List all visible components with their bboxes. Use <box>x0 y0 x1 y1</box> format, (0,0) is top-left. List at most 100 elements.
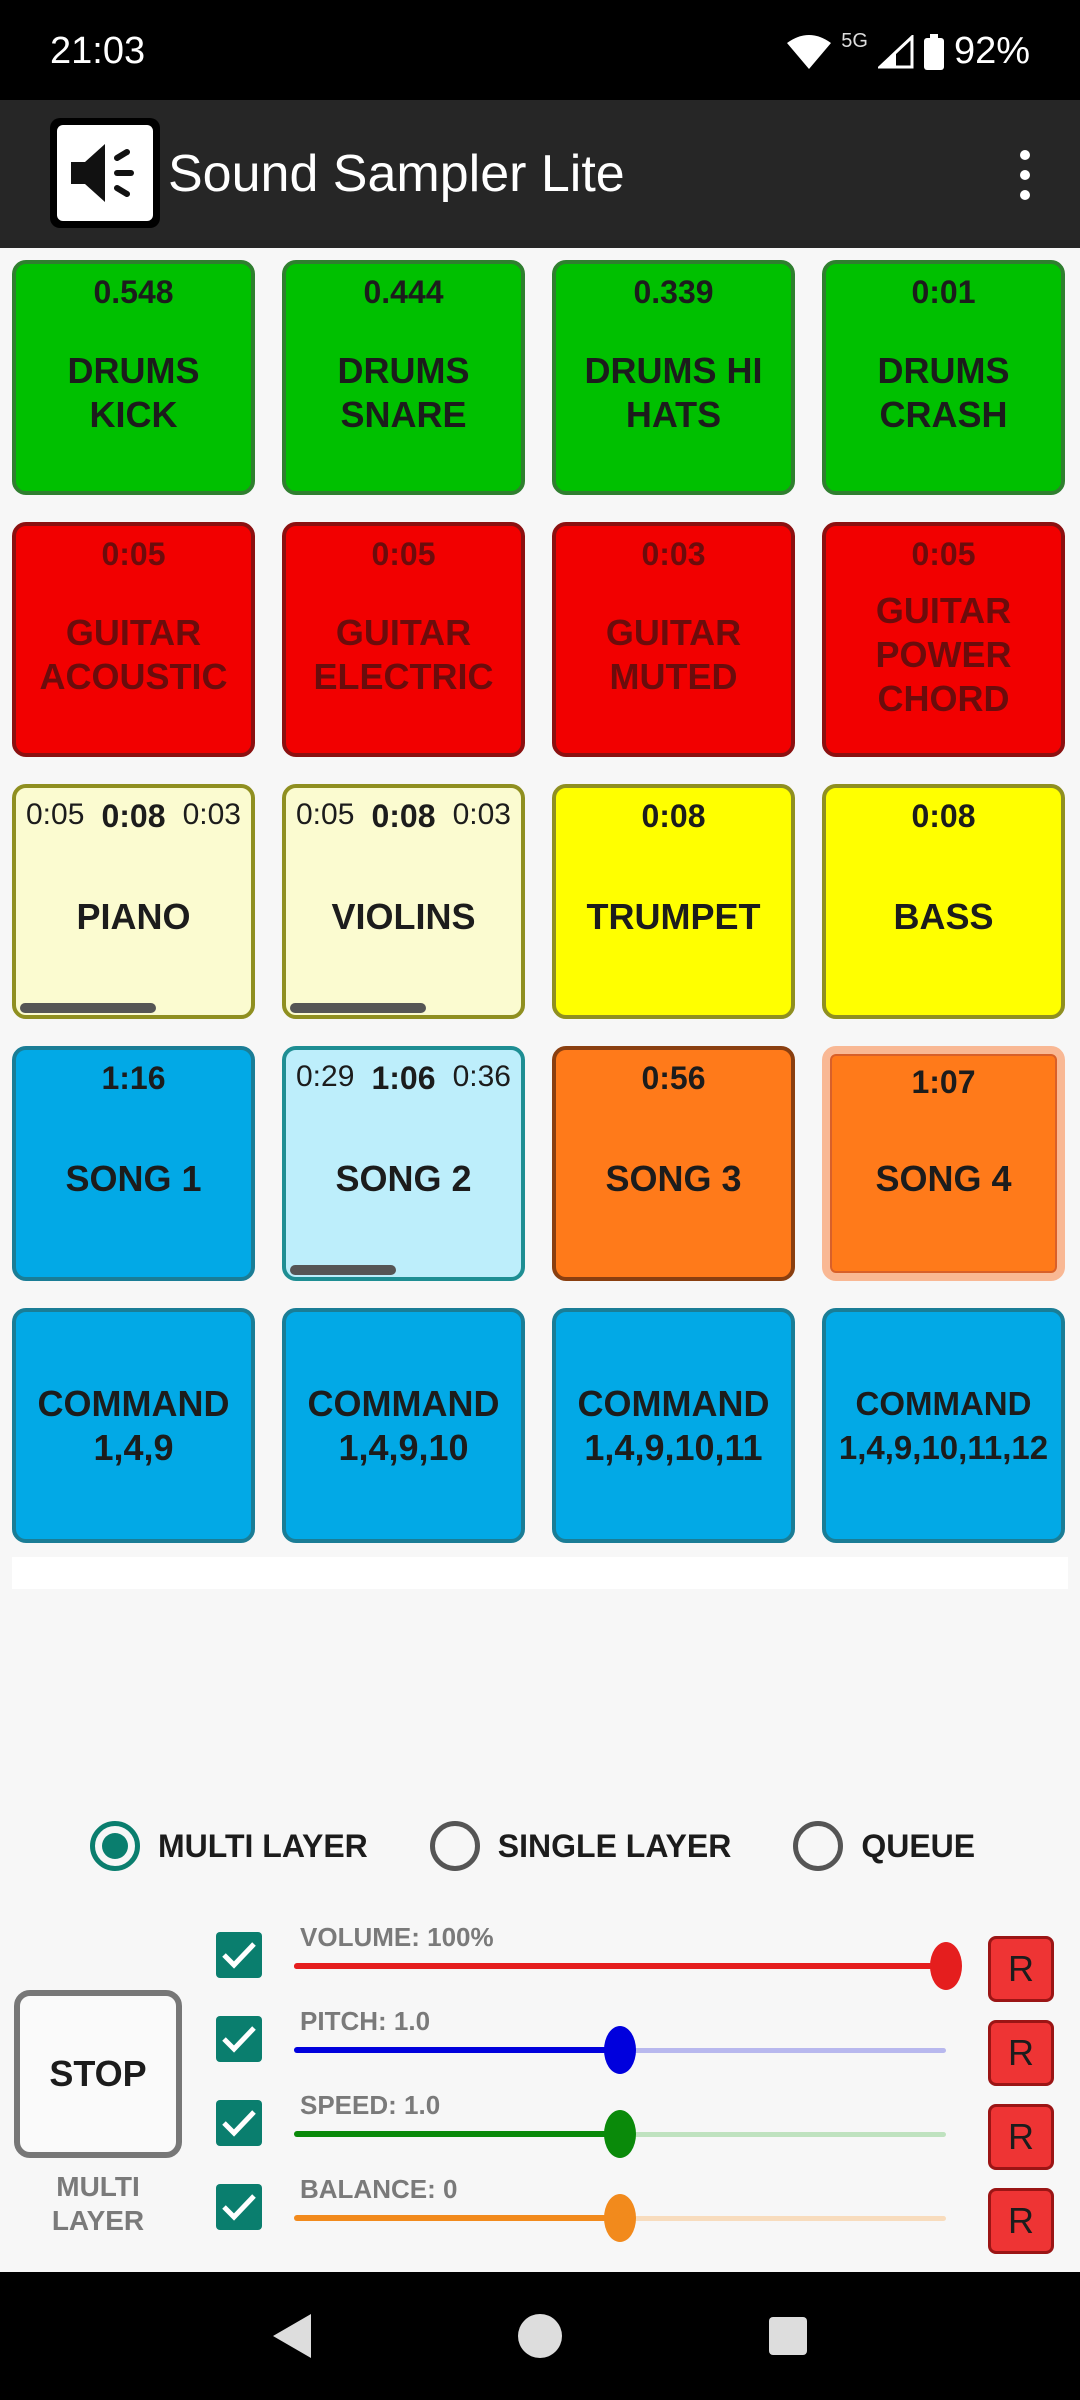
pad-label: SONG 2 <box>335 1157 472 1199</box>
balance-slider-thumb[interactable] <box>604 2194 636 2242</box>
pad-song-4[interactable]: 1:07 SONG 4 <box>822 1046 1065 1281</box>
recents-icon[interactable] <box>768 2317 807 2355</box>
pad-command-1-4-9-10-11-12[interactable]: COMMAND 1,4,9,10,11,12 <box>822 1308 1065 1543</box>
pad-label: VIOLINS <box>331 895 476 937</box>
pad-label: GUITAR POWER CHORD <box>875 589 1012 719</box>
pad-time-remaining: 0:03 <box>182 798 241 831</box>
pitch-slider-thumb[interactable] <box>604 2026 636 2074</box>
speed-slider-thumb[interactable] <box>604 2110 636 2158</box>
pad-command-1-4-9-10-11[interactable]: COMMAND 1,4,9,10,11 <box>552 1308 795 1543</box>
pad-label: DRUMS KICK <box>67 349 200 435</box>
radio-unchecked-icon <box>429 1821 480 1871</box>
pad-label: GUITAR MUTED <box>605 611 742 697</box>
speed-reset-button[interactable]: R <box>988 2104 1054 2170</box>
check-icon <box>222 2026 256 2053</box>
pad-drums-hi-hats[interactable]: 0.339 DRUMS HI HATS <box>552 260 795 495</box>
signal-icon <box>877 34 914 68</box>
pad-time: 0:56 <box>641 1060 706 1096</box>
system-nav-bar <box>0 2272 1080 2400</box>
pad-time-elapsed: 0:29 <box>296 1060 355 1093</box>
pad-drums-snare[interactable]: 0.444 DRUMS SNARE <box>282 260 525 495</box>
check-icon <box>222 2194 256 2221</box>
status-time: 21:03 <box>50 30 146 72</box>
pad-time: 0:03 <box>641 536 706 572</box>
pitch-reset-button[interactable]: R <box>988 2020 1054 2086</box>
stop-mode-line2: LAYER <box>51 2205 145 2236</box>
pad-drums-crash[interactable]: 0:01 DRUMS CRASH <box>822 260 1065 495</box>
pad-label: DRUMS CRASH <box>877 349 1010 435</box>
radio-unchecked-icon <box>793 1821 844 1871</box>
balance-fill <box>294 2215 620 2221</box>
volume-control: VOLUME: 100% R <box>214 1922 1064 2002</box>
speed-checkbox[interactable] <box>216 2100 262 2146</box>
stop-button[interactable]: STOP <box>14 1990 182 2158</box>
balance-checkbox[interactable] <box>216 2184 262 2230</box>
pad-time: 1:16 <box>101 1060 166 1096</box>
pad-time: 0:08 <box>911 798 976 834</box>
volume-fill <box>294 1963 946 1969</box>
pad-time: 0.548 <box>93 274 174 310</box>
pad-trumpet[interactable]: 0:08 TRUMPET <box>552 784 795 1019</box>
app-title: Sound Sampler Lite <box>168 145 625 203</box>
pad-guitar-electric[interactable]: 0:05 GUITAR ELECTRIC <box>282 522 525 757</box>
pad-command-1-4-9-10[interactable]: COMMAND 1,4,9,10 <box>282 1308 525 1543</box>
pad-guitar-power-chord[interactable]: 0:05 GUITAR POWER CHORD <box>822 522 1065 757</box>
pad-time: 0:08 <box>641 798 706 834</box>
pad-piano[interactable]: 0:05 0:08 0:03 PIANO <box>12 784 255 1019</box>
pad-progress-bar <box>20 1003 157 1013</box>
more-vert-icon[interactable] <box>1010 150 1040 200</box>
pad-song-1[interactable]: 1:16 SONG 1 <box>12 1046 255 1281</box>
radio-single-layer[interactable]: SINGLE LAYER <box>429 1821 731 1871</box>
pad-label: DRUMS HI HATS <box>584 349 763 435</box>
pad-grid: 0.548 DRUMS KICK 0.444 DRUMS SNARE 0.339… <box>12 260 1068 1543</box>
pad-bass[interactable]: 0:08 BASS <box>822 784 1065 1019</box>
network-type: 5G <box>841 30 868 52</box>
radio-queue[interactable]: QUEUE <box>793 1821 975 1871</box>
pad-time-remaining: 0:36 <box>452 1060 511 1093</box>
pad-time-total: 1:06 <box>371 1060 436 1096</box>
pad-label: PIANO <box>76 895 191 937</box>
pad-label: COMMAND 1,4,9,10,11 <box>577 1382 770 1468</box>
pad-time: 0:05 <box>371 536 436 572</box>
status-bar: 21:03 5G 92% <box>0 0 1080 100</box>
radio-label: QUEUE <box>861 1827 976 1864</box>
pad-times: 0:29 1:06 0:36 <box>296 1060 511 1097</box>
battery-level: 92% <box>953 30 1030 72</box>
stop-mode-label: MULTI LAYER <box>14 2170 182 2238</box>
speaker-icon <box>71 144 134 202</box>
pad-time-elapsed: 0:05 <box>296 798 355 831</box>
balance-control: BALANCE: 0 R <box>214 2174 1064 2254</box>
volume-checkbox[interactable] <box>216 1932 262 1978</box>
pitch-checkbox[interactable] <box>216 2016 262 2062</box>
pad-time: 0:05 <box>101 536 166 572</box>
radio-label: MULTI LAYER <box>158 1827 368 1864</box>
pad-guitar-acoustic[interactable]: 0:05 GUITAR ACOUSTIC <box>12 522 255 757</box>
pad-song-2[interactable]: 0:29 1:06 0:36 SONG 2 <box>282 1046 525 1281</box>
pad-guitar-muted[interactable]: 0:03 GUITAR MUTED <box>552 522 795 757</box>
pad-violins[interactable]: 0:05 0:08 0:03 VIOLINS <box>282 784 525 1019</box>
pad-label: GUITAR ELECTRIC <box>313 611 494 697</box>
pad-label: SONG 3 <box>605 1157 742 1199</box>
balance-label: BALANCE: 0 <box>300 2174 458 2204</box>
pitch-label: PITCH: 1.0 <box>300 2006 431 2036</box>
radio-checked-icon <box>90 1821 140 1871</box>
status-icons: 5G 92% <box>787 30 1030 73</box>
back-icon[interactable] <box>273 2314 312 2358</box>
radio-multi-layer[interactable]: MULTI LAYER <box>90 1821 368 1871</box>
app-logo <box>50 118 160 228</box>
pad-progress-bar <box>290 1265 396 1275</box>
volume-slider-thumb[interactable] <box>930 1942 962 1990</box>
balance-reset-button[interactable]: R <box>988 2188 1054 2254</box>
pad-drums-kick[interactable]: 0.548 DRUMS KICK <box>12 260 255 495</box>
pad-command-1-4-9[interactable]: COMMAND 1,4,9 <box>12 1308 255 1543</box>
pitch-control: PITCH: 1.0 R <box>214 2006 1064 2086</box>
pad-progress-bar <box>290 1003 427 1013</box>
pad-time: 0:01 <box>911 274 976 310</box>
pad-time-remaining: 0:03 <box>452 798 511 831</box>
volume-reset-button[interactable]: R <box>988 1936 1054 2002</box>
volume-label: VOLUME: 100% <box>300 1922 494 1952</box>
home-icon[interactable] <box>517 2314 562 2358</box>
pad-times: 0:05 0:08 0:03 <box>296 798 511 835</box>
stop-mode-line1: MULTI <box>56 2171 140 2202</box>
pad-song-3[interactable]: 0:56 SONG 3 <box>552 1046 795 1281</box>
